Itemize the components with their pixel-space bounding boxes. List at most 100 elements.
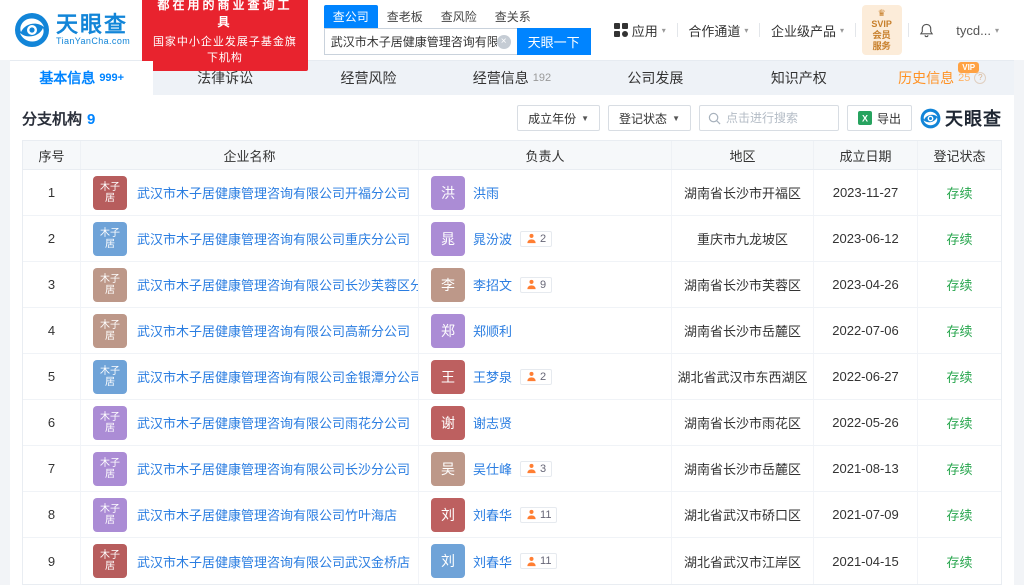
logo-subtitle: TianYanCha.com <box>56 36 130 46</box>
registration-status[interactable]: 存续 <box>946 552 972 571</box>
related-count: 2 <box>540 371 546 383</box>
tab-count: 25 <box>958 72 970 84</box>
person-name-link[interactable]: 王梦泉 <box>473 367 512 386</box>
person-avatar[interactable]: 王 <box>431 360 465 394</box>
chevron-down-icon: ▾ <box>662 26 666 35</box>
registration-status[interactable]: 存续 <box>946 321 972 340</box>
user-menu[interactable]: tycd... ▾ <box>945 23 1010 38</box>
company-tab[interactable]: 经营风险 <box>297 61 440 95</box>
row-index: 3 <box>23 262 81 307</box>
export-label: 导出 <box>877 110 901 127</box>
person-avatar[interactable]: 谢 <box>431 406 465 440</box>
chevron-down-icon: ▾ <box>995 26 999 35</box>
help-icon[interactable]: ? <box>974 72 986 84</box>
company-name-link[interactable]: 武汉市木子居健康管理咨询有限公司武汉金桥店 <box>137 552 410 571</box>
row-index: 2 <box>23 216 81 261</box>
row-index: 6 <box>23 400 81 445</box>
crown-icon: ♛ <box>878 8 886 18</box>
company-tab[interactable]: 历史信息 25 VIP ? <box>871 61 1014 95</box>
person-name-link[interactable]: 刘春华 <box>473 505 512 524</box>
region-cell: 湖北省武汉市江岸区 <box>672 538 814 584</box>
registration-status[interactable]: 存续 <box>946 459 972 478</box>
search-input[interactable] <box>331 35 497 49</box>
related-count-badge[interactable]: 9 <box>520 277 552 293</box>
table-row: 1 木子居 武汉市木子居健康管理咨询有限公司开福分公司 洪 洪雨 湖南省长沙市开… <box>23 170 1001 216</box>
established-date-cell: 2022-05-26 <box>814 400 918 445</box>
table-search-box <box>699 105 839 131</box>
company-tab[interactable]: 基本信息 999+ <box>10 61 153 95</box>
registration-status[interactable]: 存续 <box>946 183 972 202</box>
registration-status[interactable]: 存续 <box>946 229 972 248</box>
registration-status[interactable]: 存续 <box>946 413 972 432</box>
person-name-link[interactable]: 晁汾波 <box>473 229 512 248</box>
company-name-link[interactable]: 武汉市木子居健康管理咨询有限公司竹叶海店 <box>137 505 397 524</box>
company-name-link[interactable]: 武汉市木子居健康管理咨询有限公司开福分公司 <box>137 183 410 202</box>
nav-cooperation[interactable]: 合作通道 ▾ <box>677 21 759 40</box>
tianyancha-logo-icon <box>14 12 50 48</box>
tianyancha-logo[interactable]: 天眼查 TianYanCha.com <box>14 12 130 48</box>
company-logo: 木子居 <box>93 452 127 486</box>
company-name-link[interactable]: 武汉市木子居健康管理咨询有限公司长沙芙蓉区分公司 <box>137 275 419 294</box>
person-avatar[interactable]: 刘 <box>431 498 465 532</box>
person-name-link[interactable]: 刘春华 <box>473 552 512 571</box>
status-filter-dropdown[interactable]: 登记状态 ▼ <box>608 105 691 131</box>
search-tab-company[interactable]: 查公司 <box>324 5 378 28</box>
search-tab-boss[interactable]: 查老板 <box>378 5 432 28</box>
username: tycd... <box>956 23 991 38</box>
person-avatar[interactable]: 李 <box>431 268 465 302</box>
person-avatar[interactable]: 郑 <box>431 314 465 348</box>
company-name-link[interactable]: 武汉市木子居健康管理咨询有限公司金银潭分公司 <box>137 367 419 386</box>
registration-status[interactable]: 存续 <box>946 275 972 294</box>
search-tab-relation[interactable]: 查关系 <box>486 5 540 28</box>
person-avatar[interactable]: 洪 <box>431 176 465 210</box>
person-avatar[interactable]: 刘 <box>431 544 465 578</box>
watermark-text: 天眼查 <box>945 105 1002 131</box>
company-tab[interactable]: 公司发展 <box>584 61 727 95</box>
search-button[interactable]: 天眼一下 <box>517 28 591 55</box>
established-date-cell: 2021-07-09 <box>814 492 918 537</box>
person-name-link[interactable]: 李招文 <box>473 275 512 294</box>
tab-label: 经营信息 <box>473 68 529 88</box>
person-name-link[interactable]: 谢志贤 <box>473 413 512 432</box>
tab-label: 知识产权 <box>771 68 827 88</box>
status-filter-label: 登记状态 <box>619 110 667 127</box>
related-count-badge[interactable]: 2 <box>520 369 552 385</box>
nav-apps[interactable]: 应用 ▾ <box>603 21 677 40</box>
company-name-link[interactable]: 武汉市木子居健康管理咨询有限公司长沙分公司 <box>137 459 410 478</box>
person-avatar[interactable]: 吴 <box>431 452 465 486</box>
related-count-badge[interactable]: 11 <box>520 553 557 569</box>
company-name-link[interactable]: 武汉市木子居健康管理咨询有限公司重庆分公司 <box>137 229 410 248</box>
tab-label: 基本信息 <box>39 68 95 88</box>
company-tab[interactable]: 经营信息 192 <box>440 61 583 95</box>
company-tab[interactable]: 知识产权 <box>727 61 870 95</box>
company-logo: 木子居 <box>93 360 127 394</box>
nav-enterprise[interactable]: 企业级产品 ▾ <box>760 21 855 40</box>
grid-icon <box>614 23 628 37</box>
registration-status[interactable]: 存续 <box>946 367 972 386</box>
person-name-link[interactable]: 吴仕峰 <box>473 459 512 478</box>
company-logo: 木子居 <box>93 222 127 256</box>
related-count-badge[interactable]: 11 <box>520 507 557 523</box>
company-tab[interactable]: 法律诉讼 <box>153 61 296 95</box>
related-count-badge[interactable]: 2 <box>520 231 552 247</box>
chevron-down-icon: ▼ <box>672 114 680 123</box>
year-filter-label: 成立年份 <box>528 110 576 127</box>
nav-apps-label: 应用 <box>632 21 658 40</box>
person-name-link[interactable]: 洪雨 <box>473 183 499 202</box>
svip-member-badge[interactable]: ♛ SVIP 会员服务 <box>862 5 902 55</box>
related-count-badge[interactable]: 3 <box>520 461 552 477</box>
export-button[interactable]: X 导出 <box>847 105 912 131</box>
region-cell: 湖北省武汉市东西湖区 <box>672 354 814 399</box>
established-date-cell: 2023-06-12 <box>814 216 918 261</box>
search-tab-risk[interactable]: 查风险 <box>432 5 486 28</box>
year-filter-dropdown[interactable]: 成立年份 ▼ <box>517 105 600 131</box>
clear-input-icon[interactable]: × <box>497 35 511 49</box>
registration-status[interactable]: 存续 <box>946 505 972 524</box>
company-name-link[interactable]: 武汉市木子居健康管理咨询有限公司雨花分公司 <box>137 413 410 432</box>
table-search-input[interactable] <box>726 111 830 125</box>
person-avatar[interactable]: 晁 <box>431 222 465 256</box>
person-count-icon <box>526 279 537 290</box>
notifications-button[interactable] <box>908 23 945 38</box>
company-name-link[interactable]: 武汉市木子居健康管理咨询有限公司高新分公司 <box>137 321 410 340</box>
person-name-link[interactable]: 郑顺利 <box>473 321 512 340</box>
